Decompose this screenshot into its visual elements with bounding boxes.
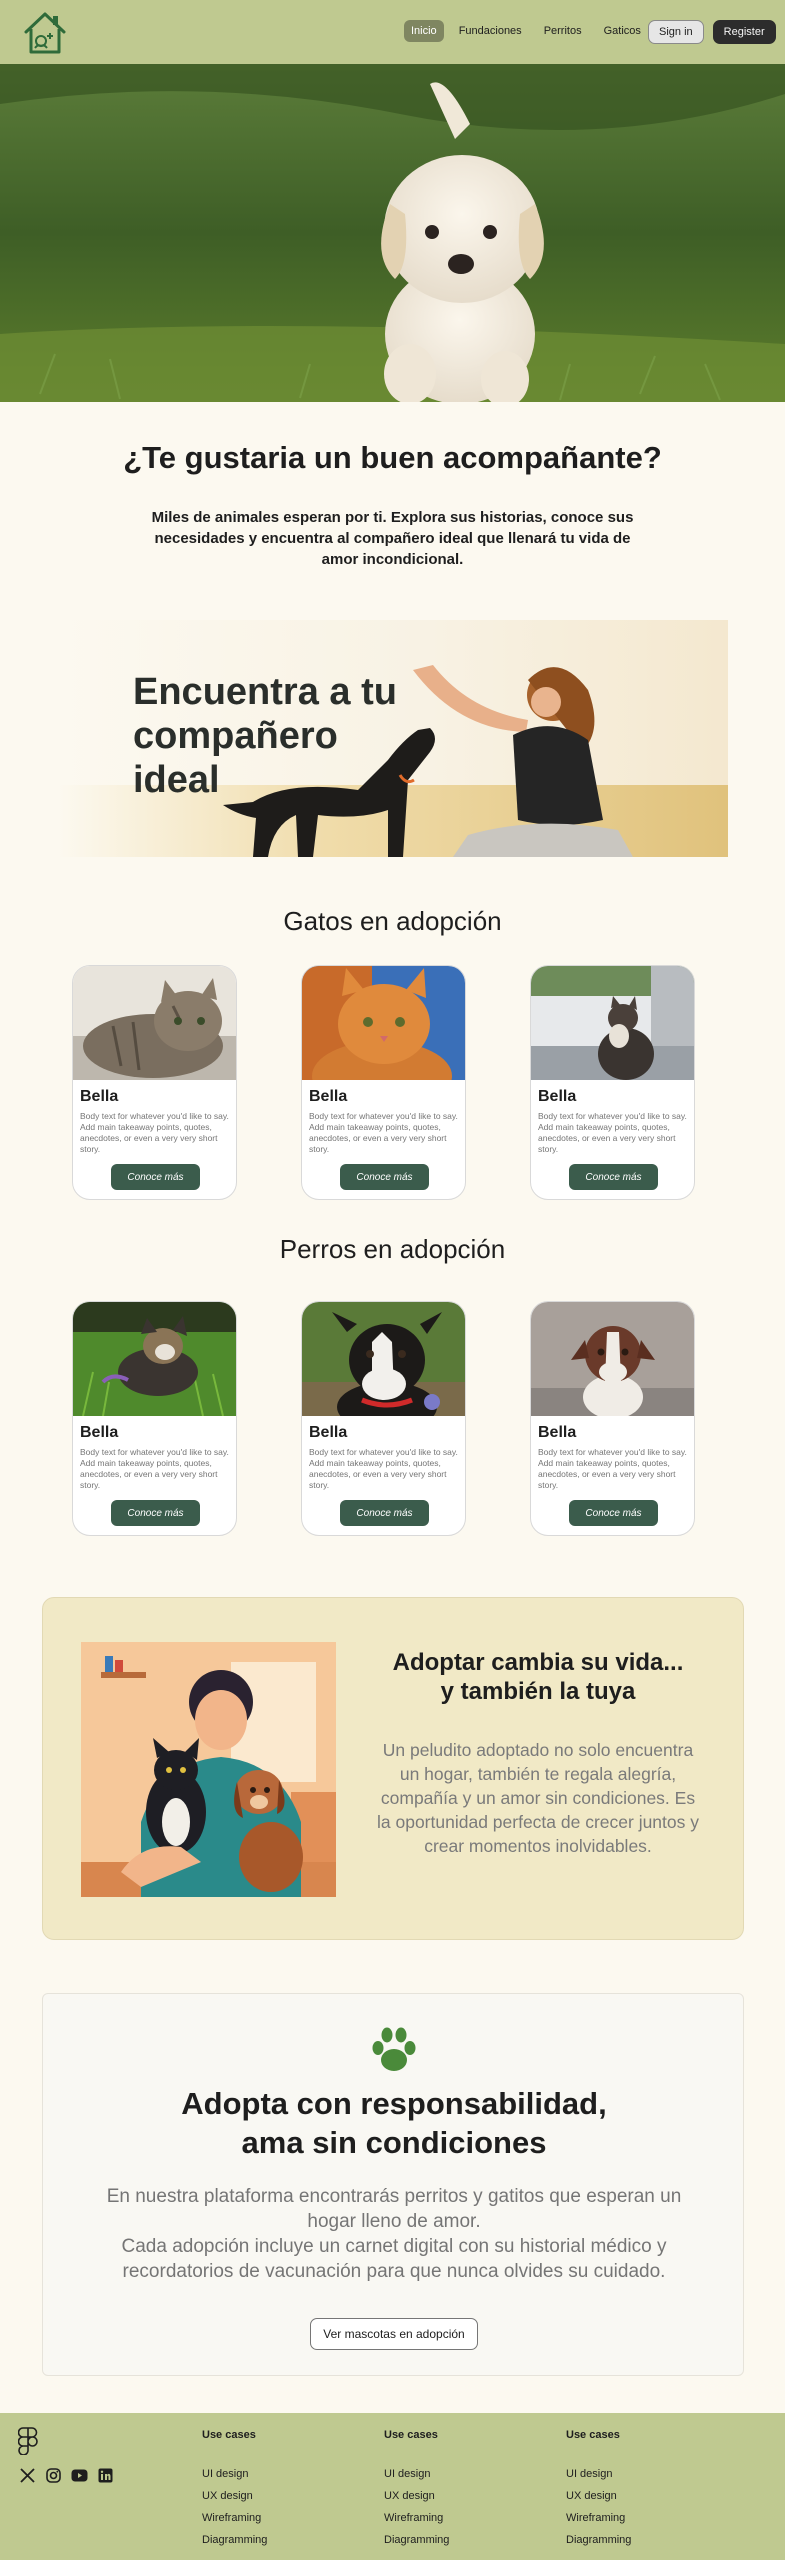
footer-link[interactable]: UX design [566, 2485, 716, 2507]
footer-link[interactable]: Diagramming [384, 2529, 534, 2551]
nav-inicio[interactable]: Inicio [404, 20, 444, 42]
footer-column-title: Use cases [566, 2429, 620, 2441]
footer-link[interactable]: Wireframing [566, 2507, 716, 2529]
main-nav: Inicio Fundaciones Perritos Gaticos [404, 20, 648, 42]
cat-photo-window [531, 966, 694, 1080]
adopt-text: Un peludito adoptado no solo encuentra u… [377, 1740, 699, 1856]
responsibility-text: En nuestra plataforma encontrarás perrit… [106, 2186, 682, 2282]
nav-gaticos[interactable]: Gaticos [597, 20, 648, 42]
footer-link[interactable]: Wireframing [384, 2507, 534, 2529]
social-links [19, 2467, 114, 2484]
footer-link[interactable]: Wireframing [202, 2507, 352, 2529]
footer-column-title: Use cases [202, 2429, 256, 2441]
house-logo-icon[interactable] [20, 8, 70, 58]
responsibility-section: Adopta con responsabilidad, ama sin cond… [42, 1993, 744, 2376]
conoce-mas-button[interactable]: Conoce más [340, 1500, 429, 1526]
dog-photo-brown-white [531, 1302, 694, 1416]
conoce-mas-button[interactable]: Conoce más [111, 1500, 200, 1526]
card-name: Bella [309, 1424, 348, 1441]
conoce-mas-button[interactable]: Conoce más [569, 1500, 658, 1526]
adopt-illustration [81, 1642, 336, 1897]
hero-image-puppy [0, 64, 785, 402]
card-name: Bella [309, 1088, 348, 1105]
dog-photo-border-collie [302, 1302, 465, 1416]
card-name: Bella [538, 1088, 577, 1105]
auth-buttons: Sign in Register [648, 20, 776, 44]
card-body: Body text for whatever you'd like to say… [80, 1447, 229, 1490]
responsibility-title: Adopta con responsabilidad, ama sin cond… [181, 2086, 607, 2160]
conoce-mas-button[interactable]: Conoce más [340, 1164, 429, 1190]
conoce-mas-button[interactable]: Conoce más [569, 1164, 658, 1190]
dogs-section-title: Perros en adopción [279, 1234, 506, 1264]
footer-link[interactable]: UI design [384, 2463, 534, 2485]
dog-card: Bella Body text for whatever you'd like … [530, 1301, 695, 1536]
card-body: Body text for whatever you'd like to say… [309, 1447, 458, 1490]
card-name: Bella [80, 1424, 119, 1441]
linkedin-icon[interactable] [97, 2467, 114, 2484]
cat-photo-tabby [73, 966, 236, 1080]
x-icon[interactable] [19, 2467, 36, 2484]
feature-title: Encuentra a tu compañero ideal [133, 671, 397, 801]
footer-link[interactable]: UI design [202, 2463, 352, 2485]
card-name: Bella [80, 1088, 119, 1105]
cat-card: Bella Body text for whatever you'd like … [72, 965, 237, 1200]
cat-card: Bella Body text for whatever you'd like … [301, 965, 466, 1200]
footer-column: Use cases UI design UX design Wireframin… [566, 2429, 716, 2551]
dog-card: Bella Body text for whatever you'd like … [72, 1301, 237, 1536]
footer-column-title: Use cases [384, 2429, 438, 2441]
footer-link[interactable]: UI design [566, 2463, 716, 2485]
footer-column: Use cases UI design UX design Wireframin… [202, 2429, 352, 2551]
card-name: Bella [538, 1424, 577, 1441]
cat-card: Bella Body text for whatever you'd like … [530, 965, 695, 1200]
cat-photo-orange [302, 966, 465, 1080]
footer-link[interactable]: UX design [384, 2485, 534, 2507]
nav-fundaciones[interactable]: Fundaciones [452, 20, 529, 42]
figma-logo-icon[interactable] [18, 2427, 38, 2455]
card-body: Body text for whatever you'd like to say… [538, 1447, 687, 1490]
footer-link[interactable]: Diagramming [202, 2529, 352, 2551]
site-footer: Use cases UI design UX design Wireframin… [0, 2413, 785, 2560]
adopt-title: Adoptar cambia su vida... y también la t… [392, 1649, 684, 1705]
instagram-icon[interactable] [45, 2467, 62, 2484]
nav-perritos[interactable]: Perritos [537, 20, 589, 42]
feature-banner: Encuentra a tu compañero ideal [58, 620, 728, 857]
dog-card: Bella Body text for whatever you'd like … [301, 1301, 466, 1536]
footer-column: Use cases UI design UX design Wireframin… [384, 2429, 534, 2551]
register-button[interactable]: Register [712, 20, 776, 44]
footer-link[interactable]: Diagramming [566, 2529, 716, 2551]
adopt-banner: Adoptar cambia su vida... y también la t… [42, 1597, 744, 1940]
intro-title: ¿Te gustaria un buen acompañante? [123, 440, 662, 475]
dog-photo-grass [73, 1302, 236, 1416]
card-body: Body text for whatever you'd like to say… [80, 1111, 229, 1154]
sign-in-button[interactable]: Sign in [648, 20, 704, 44]
youtube-icon[interactable] [71, 2467, 88, 2484]
footer-link[interactable]: UX design [202, 2485, 352, 2507]
conoce-mas-button[interactable]: Conoce más [111, 1164, 200, 1190]
cats-section-title: Gatos en adopción [283, 906, 502, 936]
intro-text: Miles de animales esperan por ti. Explor… [151, 509, 634, 568]
card-body: Body text for whatever you'd like to say… [538, 1111, 687, 1154]
ver-mascotas-button[interactable]: Ver mascotas en adopción [310, 2318, 478, 2350]
paw-icon [372, 2027, 416, 2071]
card-body: Body text for whatever you'd like to say… [309, 1111, 458, 1154]
site-header: Inicio Fundaciones Perritos Gaticos Sign… [0, 0, 785, 64]
